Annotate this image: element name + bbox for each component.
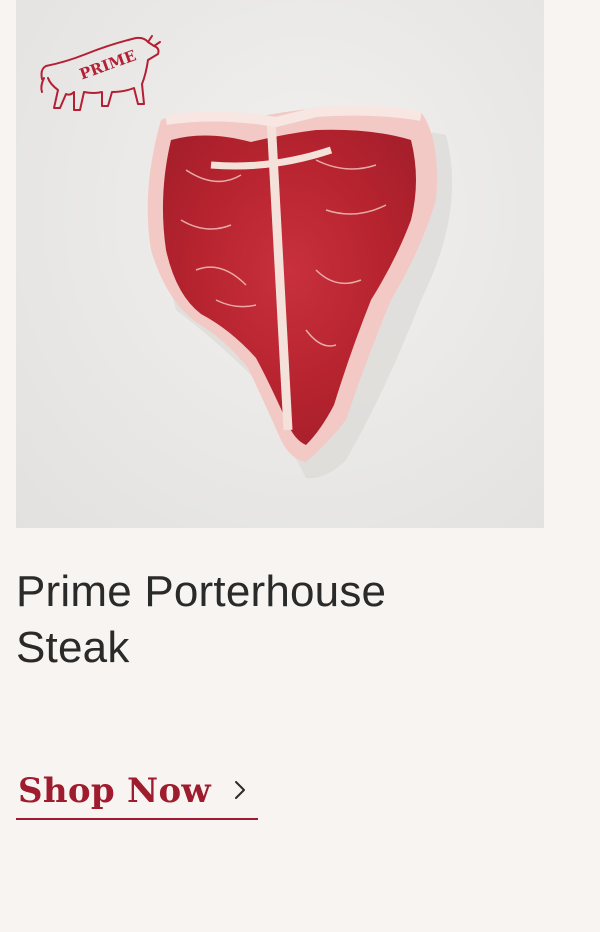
product-image[interactable]: PRIME xyxy=(16,0,544,528)
shop-now-link[interactable]: Shop Now xyxy=(16,764,258,820)
prime-badge-text: PRIME xyxy=(77,46,138,83)
product-card: PRIME Prime Porterhouse Steak Shop Now xyxy=(0,0,600,932)
prime-cow-badge-icon: PRIME xyxy=(40,35,161,111)
product-title: Prime Porterhouse Steak xyxy=(16,567,387,672)
chevron-right-icon xyxy=(233,779,247,806)
shop-now-label: Shop Now xyxy=(18,771,211,811)
